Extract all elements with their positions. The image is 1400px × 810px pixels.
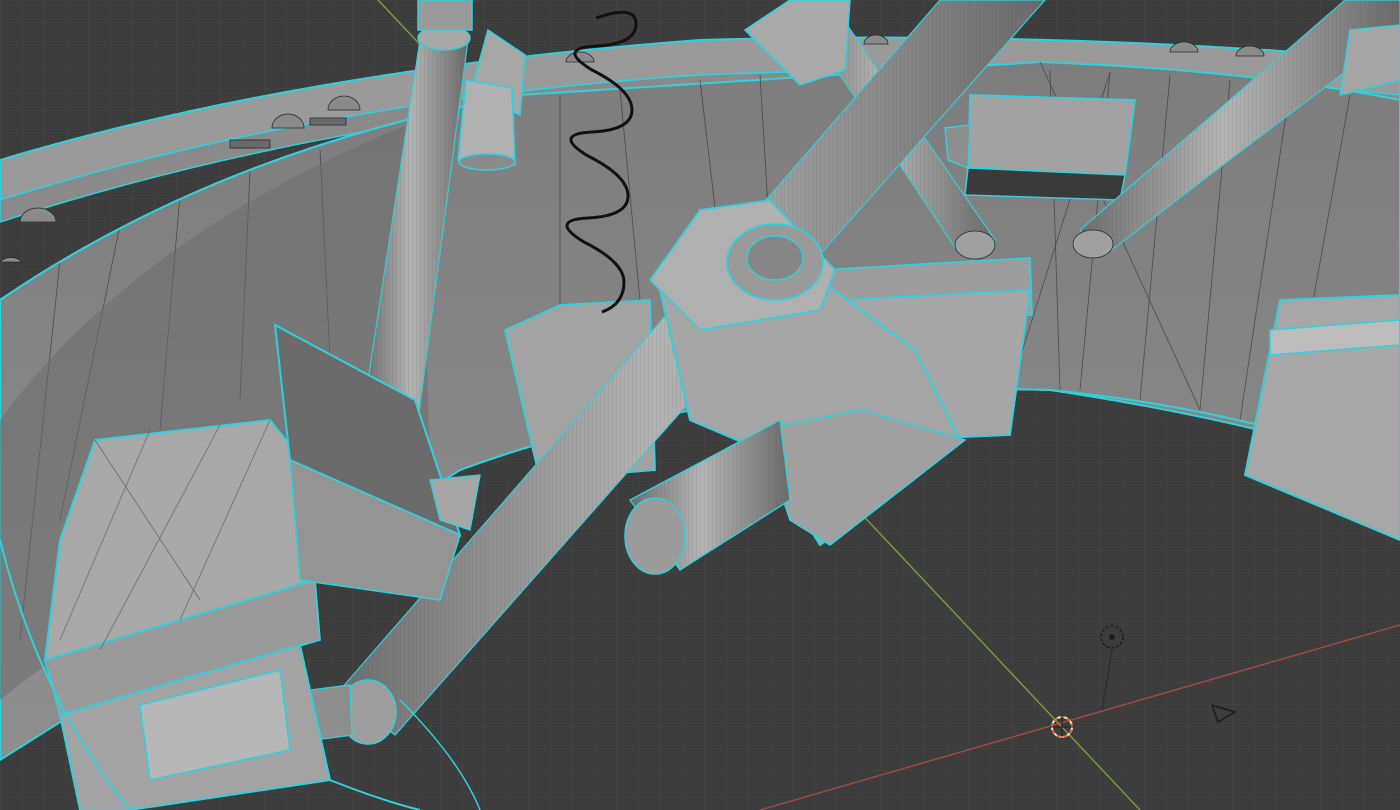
rim-slot [229, 139, 271, 149]
3d-viewport[interactable] [0, 0, 1400, 810]
right-back-box[interactable] [944, 94, 1137, 201]
rim-slot [309, 117, 347, 126]
